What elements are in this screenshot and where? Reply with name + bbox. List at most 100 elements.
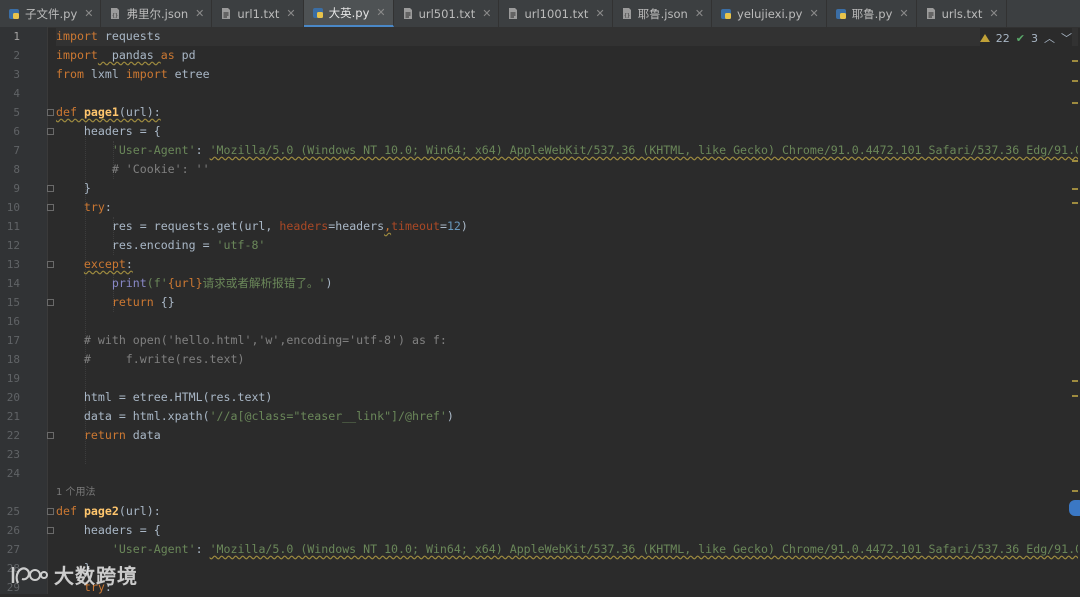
line-number: 12 xyxy=(6,239,20,252)
code-line: def page2(url): xyxy=(56,504,161,518)
chevron-down-icon[interactable]: ﹀ xyxy=(1061,30,1072,46)
line-number: 22 xyxy=(6,429,20,442)
line-number-gutter[interactable]: 1 2 3 4 5 6 7 8 9 10 11 12 13 14 15 16 1… xyxy=(0,27,48,594)
fold-toggle-icon[interactable] xyxy=(47,432,54,439)
line-number: 13 xyxy=(6,258,20,271)
line-number: 18 xyxy=(6,353,20,366)
code-line: from lxml import etree xyxy=(56,67,210,81)
fold-toggle-icon[interactable] xyxy=(47,261,54,268)
inspections-widget[interactable]: 22 ✔ 3 ︿ ﹀ xyxy=(979,28,1072,48)
python-file-icon xyxy=(835,7,847,20)
editor-tab-bar: 子文件.py ✕{} 弗里尔.json ✕ url1.txt ✕ 大英.py ✕ url501.… xyxy=(0,0,1080,28)
watermark-logo-icon xyxy=(11,566,48,583)
warning-count: 22 xyxy=(995,31,1010,45)
close-icon[interactable]: ✕ xyxy=(84,7,93,20)
close-icon[interactable]: ✕ xyxy=(376,6,385,19)
code-line: # 'Cookie': '' xyxy=(56,162,210,176)
fold-toggle-icon[interactable] xyxy=(47,508,54,515)
line-number: 24 xyxy=(6,467,20,480)
close-icon[interactable]: ✕ xyxy=(695,7,704,20)
code-line: res.encoding = 'utf-8' xyxy=(56,238,266,252)
close-icon[interactable]: ✕ xyxy=(286,7,295,20)
code-line: import requests xyxy=(56,27,1078,46)
fold-toggle-icon[interactable] xyxy=(47,204,54,211)
line-number: 5 xyxy=(13,106,20,119)
python-file-icon xyxy=(720,7,732,20)
code-editor[interactable]: import requests import pandas as pd from… xyxy=(56,27,1078,594)
line-number: 26 xyxy=(6,524,20,537)
line-number: 25 xyxy=(6,505,20,518)
line-number: 9 xyxy=(13,182,20,195)
line-number: 23 xyxy=(6,448,20,461)
chevron-up-icon[interactable]: ︿ xyxy=(1044,30,1055,46)
line-number: 17 xyxy=(6,334,20,347)
code-line: headers = { xyxy=(56,124,161,138)
tab-8[interactable]: 耶鲁.py ✕ xyxy=(827,0,917,27)
code-line: # f.write(res.text) xyxy=(56,352,245,366)
tab-0[interactable]: 子文件.py ✕ xyxy=(0,0,102,27)
code-line: 'User-Agent': 'Mozilla/5.0 (Windows NT 1… xyxy=(111,542,1078,556)
line-number: 1 xyxy=(13,30,20,43)
close-icon[interactable]: ✕ xyxy=(809,7,818,20)
fold-toggle-icon[interactable] xyxy=(47,299,54,306)
close-icon[interactable]: ✕ xyxy=(482,7,491,20)
close-icon[interactable]: ✕ xyxy=(595,7,604,20)
fold-toggle-icon[interactable] xyxy=(47,185,54,192)
line-number: 8 xyxy=(13,163,20,176)
close-icon[interactable]: ✕ xyxy=(899,7,908,20)
fold-toggle-icon[interactable] xyxy=(47,527,54,534)
tab-5[interactable]: url1001.txt ✕ xyxy=(499,0,613,27)
code-line: except: xyxy=(83,257,133,271)
weak-warning-count: 3 xyxy=(1031,31,1038,45)
code-line: # with open('hello.html','w',encoding='u… xyxy=(56,333,447,347)
tab-label: url1.txt xyxy=(237,6,280,21)
weak-warning-icon: ✔ xyxy=(1015,31,1025,45)
text-file-icon xyxy=(507,7,519,20)
line-number: 21 xyxy=(6,410,20,423)
tab-label: url501.txt xyxy=(418,6,476,21)
fold-toggle-icon[interactable] xyxy=(47,109,54,116)
code-line: res = requests.get(url, headers=headers,… xyxy=(56,219,468,233)
tab-2[interactable]: url1.txt ✕ xyxy=(212,0,304,27)
code-line: def page1(url): xyxy=(56,105,161,119)
fold-markers xyxy=(47,27,55,594)
text-file-icon xyxy=(220,7,232,20)
tab-label: 子文件.py xyxy=(25,6,78,21)
fold-toggle-icon[interactable] xyxy=(47,128,54,135)
code-line: return {} xyxy=(111,295,175,309)
tab-4[interactable]: url501.txt ✕ xyxy=(394,0,500,27)
line-number: 10 xyxy=(6,201,20,214)
watermark-text: 大数跨境 xyxy=(54,564,138,588)
tab-1[interactable]: {} 弗里尔.json ✕ xyxy=(101,0,213,27)
line-number: 20 xyxy=(6,391,20,404)
tab-3[interactable]: 大英.py ✕ xyxy=(303,0,394,27)
json-file-icon: {} xyxy=(109,7,121,20)
tab-7[interactable]: yelujiexi.py ✕ xyxy=(712,0,827,27)
close-icon[interactable]: ✕ xyxy=(195,7,204,20)
line-number: 11 xyxy=(6,220,20,233)
tab-6[interactable]: {} 耶鲁.json ✕ xyxy=(613,0,713,27)
code-line: return data xyxy=(83,428,161,442)
code-line: 'User-Agent': 'Mozilla/5.0 (Windows NT 1… xyxy=(111,143,1078,157)
code-line: } xyxy=(56,181,91,195)
tab-label: yelujiexi.py xyxy=(737,6,803,21)
code-line: html = etree.HTML(res.text) xyxy=(56,390,273,404)
watermark: 大数跨境 xyxy=(10,560,138,589)
line-number: 14 xyxy=(6,277,20,290)
line-number: 6 xyxy=(13,125,20,138)
warning-icon xyxy=(979,34,990,42)
code-line: import pandas as pd xyxy=(56,48,196,62)
tab-label: urls.txt xyxy=(941,6,983,21)
tab-9[interactable]: urls.txt ✕ xyxy=(917,0,1007,27)
close-icon[interactable]: ✕ xyxy=(989,7,998,20)
line-number: 7 xyxy=(13,144,20,157)
tab-label: url1001.txt xyxy=(524,6,589,21)
usage-hint[interactable]: 1 个用法 xyxy=(56,486,96,500)
python-file-icon xyxy=(8,7,20,20)
line-number: 2 xyxy=(13,49,20,62)
code-line: headers = { xyxy=(56,523,161,537)
svg-text:{}: {} xyxy=(624,13,630,19)
line-number: 15 xyxy=(6,296,20,309)
assistant-badge-icon[interactable] xyxy=(1067,498,1080,518)
code-line: try: xyxy=(83,200,112,214)
